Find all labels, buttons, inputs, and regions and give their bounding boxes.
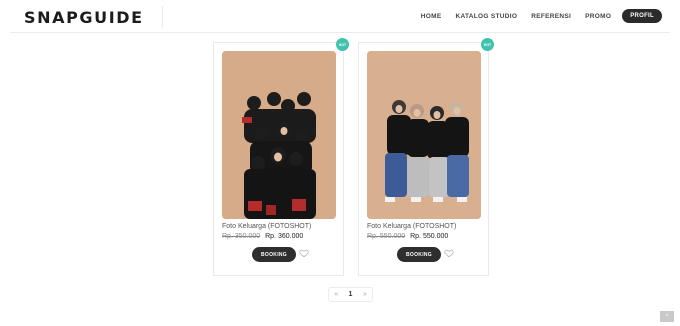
old-price: Rp. 550.000	[367, 233, 406, 240]
site-logo[interactable]: SNAPGUIDE	[24, 8, 144, 27]
nav-referensi[interactable]: REFERENSI	[531, 13, 571, 20]
main-nav: HOME KATALOG STUDIO REFERENSI PROMO PROF…	[407, 9, 662, 23]
group-photo-illustration	[222, 51, 336, 219]
booking-button[interactable]: BOOKING	[397, 247, 441, 262]
nav-promo[interactable]: PROMO	[585, 13, 611, 20]
old-price: Rp. 350.000	[222, 233, 261, 240]
logo-divider	[162, 6, 163, 28]
pagination-page[interactable]: 1	[349, 291, 353, 298]
header-divider	[10, 32, 670, 33]
booking-button[interactable]: BOOKING	[252, 247, 296, 262]
site-header: SNAPGUIDE HOME KATALOG STUDIO REFERENSI …	[0, 0, 680, 33]
nav-home[interactable]: HOME	[421, 13, 442, 20]
product-price: Rp. 350.000 Rp. 360.000	[222, 233, 303, 240]
product-price: Rp. 550.000 Rp. 550.000	[367, 233, 448, 240]
heart-icon[interactable]	[299, 248, 309, 258]
product-photo[interactable]	[367, 51, 481, 219]
pagination-next[interactable]: »	[363, 291, 367, 298]
heart-icon[interactable]	[444, 248, 454, 258]
group-photo-illustration	[367, 51, 481, 219]
product-photo[interactable]	[222, 51, 336, 219]
chevron-up-icon: ^	[665, 313, 669, 320]
pagination-prev[interactable]: «	[334, 291, 338, 298]
hot-badge: HOT	[481, 38, 494, 51]
product-card[interactable]: HOT Foto Keluarga (FOTOSHOT) Rp. 350.000…	[213, 38, 349, 276]
nav-katalog-studio[interactable]: KATALOG STUDIO	[455, 13, 517, 20]
product-card[interactable]: HOT Foto Keluarga (FOTOSHOT) Rp. 550.000…	[358, 38, 494, 276]
scroll-to-top-button[interactable]: ^	[660, 311, 674, 322]
pagination: « 1 »	[328, 287, 373, 302]
hot-badge: HOT	[336, 38, 349, 51]
new-price: Rp. 360.000	[265, 233, 304, 240]
profile-button[interactable]: PROFIL	[622, 9, 662, 23]
product-title[interactable]: Foto Keluarga (FOTOSHOT)	[367, 223, 456, 230]
new-price: Rp. 550.000	[410, 233, 449, 240]
product-title[interactable]: Foto Keluarga (FOTOSHOT)	[222, 223, 311, 230]
